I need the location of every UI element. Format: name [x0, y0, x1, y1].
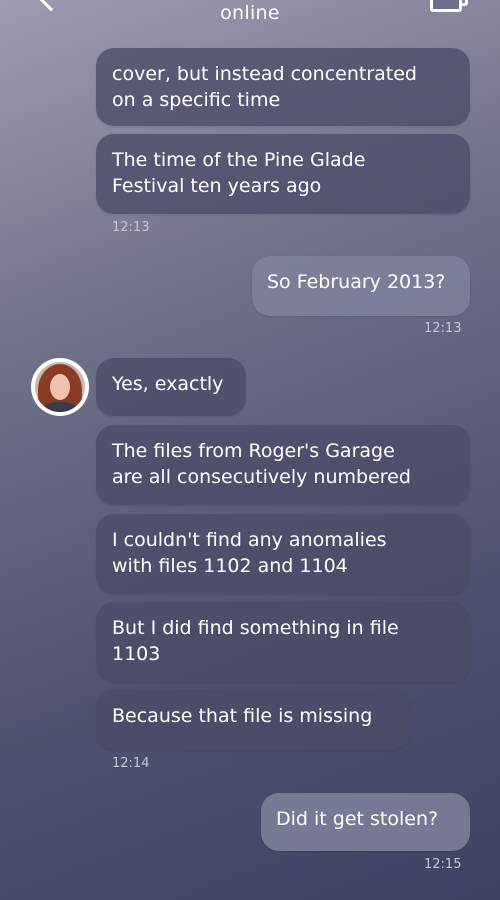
- message-bubble-incoming: I couldn't find any anomalies with files…: [96, 514, 470, 594]
- contact-avatar[interactable]: [31, 358, 89, 416]
- message-bubble-incoming: Yes, exactly: [96, 358, 246, 416]
- message-bubble-outgoing: So February 2013?: [252, 256, 470, 316]
- message-bubble-incoming: Because that file is missing: [96, 690, 410, 750]
- contact-status: online: [220, 2, 280, 24]
- message-bubble-incoming: The files from Roger's Garage are all co…: [96, 425, 470, 505]
- message-bubble-outgoing: Did it get stolen?: [261, 793, 470, 851]
- profile-photo-icon: [35, 362, 85, 412]
- gallery-icon[interactable]: [430, 0, 468, 12]
- message-bubble-incoming: The time of the Pine Glade Festival ten …: [96, 134, 470, 214]
- message-timestamp: 12:14: [112, 756, 150, 771]
- message-bubble-incoming: cover, but instead concentrated on a spe…: [96, 48, 470, 126]
- chat-header: online: [0, 0, 500, 30]
- message-timestamp: 12:13: [424, 321, 462, 336]
- message-timestamp: 12:15: [424, 857, 462, 872]
- message-timestamp: 12:13: [112, 220, 150, 235]
- message-bubble-incoming: But I did find something in file 1103: [96, 602, 470, 682]
